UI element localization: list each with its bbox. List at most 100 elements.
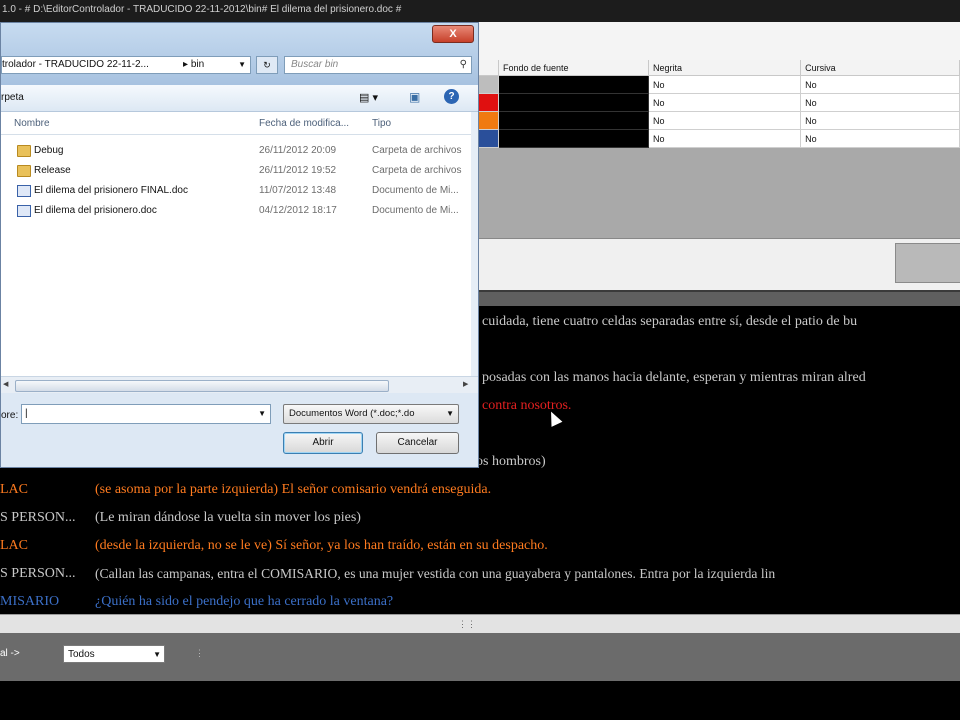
script-line: (se asoma por la parte izquierda) El señ… xyxy=(95,482,492,497)
dialog-header: X trolador - TRADUCIDO 22-11-2... ▸ bin … xyxy=(1,23,478,85)
grid-header-negrita[interactable]: Negrita xyxy=(648,60,802,76)
help-icon[interactable]: ? xyxy=(444,89,459,104)
file-name: El dilema del prisionero.doc xyxy=(34,205,157,216)
cancel-button[interactable]: Cancelar xyxy=(376,432,459,454)
background-color-cell[interactable] xyxy=(498,129,649,148)
background-color-cell[interactable] xyxy=(498,93,649,112)
script-line: (desde la izquierda, no se le ve) Sí señ… xyxy=(95,538,548,553)
column-name[interactable]: Nombre xyxy=(14,118,50,129)
bold-cell[interactable]: No xyxy=(647,111,802,130)
dialog-toolbar: rpeta ▤ ▾ ▣ ? xyxy=(1,85,478,112)
close-button[interactable]: X xyxy=(432,25,474,43)
window-title: 1.0 - # D:\EditorControlador - TRADUCIDO… xyxy=(2,4,402,15)
column-date[interactable]: Fecha de modifica... xyxy=(259,118,349,129)
search-input[interactable]: Buscar bin ⚲ xyxy=(284,56,472,74)
file-name: Release xyxy=(34,165,71,176)
file-list[interactable]: Nombre Fecha de modifica... Tipo Debug 26… xyxy=(1,112,471,380)
speaker-label: LAC xyxy=(0,538,28,553)
script-line: (Le miran dándose la vuelta sin mover lo… xyxy=(95,510,361,525)
grid-header-fondo[interactable]: Fondo de fuente xyxy=(498,60,649,76)
background-color-cell[interactable] xyxy=(498,111,649,130)
speaker-label: S PERSON... xyxy=(0,510,76,525)
file-name: El dilema del prisionero FINAL.doc xyxy=(34,185,188,196)
style-grid: Fondo de fuente Negrita Cursiva No No No No… xyxy=(475,60,960,148)
scroll-left-icon[interactable]: ◀ xyxy=(3,380,8,388)
open-button[interactable]: Abrir xyxy=(283,432,363,454)
open-file-dialog: X trolador - TRADUCIDO 22-11-2... ▸ bin … xyxy=(0,22,479,468)
filename-label: ore: xyxy=(1,410,19,421)
refresh-button[interactable]: ↻ xyxy=(256,56,278,74)
italic-cell[interactable]: No xyxy=(800,111,960,130)
folder-icon xyxy=(17,165,31,177)
new-folder-button[interactable]: rpeta xyxy=(1,92,24,103)
chevron-down-icon[interactable]: ▼ xyxy=(258,405,266,423)
dialog-footer: ore: | ▼ Documentos Word (*.doc;*.do ▼ A… xyxy=(1,393,478,467)
file-date: 11/07/2012 13:48 xyxy=(259,185,337,196)
word-document-icon xyxy=(17,205,31,217)
file-row[interactable]: El dilema del prisionero.doc 04/12/2012 1… xyxy=(1,202,471,220)
apply-button[interactable] xyxy=(895,243,960,283)
status-area xyxy=(0,681,960,720)
italic-cell[interactable]: No xyxy=(800,93,960,112)
bold-cell[interactable]: No xyxy=(647,93,802,112)
file-type: Documento de Mi... xyxy=(372,205,459,216)
grid-row[interactable]: No No xyxy=(475,129,960,148)
file-row[interactable]: El dilema del prisionero FINAL.doc 11/07/… xyxy=(1,182,471,200)
background-color-cell[interactable] xyxy=(498,75,649,94)
column-type[interactable]: Tipo xyxy=(372,118,391,129)
file-row[interactable]: Release 26/11/2012 19:52 Carpeta de archiv… xyxy=(1,162,471,180)
vertical-scrollbar[interactable] xyxy=(471,112,478,380)
horizontal-splitter[interactable]: ⋮⋮ xyxy=(0,614,960,634)
address-path: trolador - TRADUCIDO 22-11-2... xyxy=(2,59,149,70)
grid-header-cursiva[interactable]: Cursiva xyxy=(800,60,960,76)
scroll-right-icon[interactable]: ▶ xyxy=(463,380,468,388)
file-name: Debug xyxy=(34,145,64,156)
chevron-down-icon: ▼ xyxy=(153,650,161,659)
bold-cell[interactable]: No xyxy=(647,129,802,148)
address-bar[interactable]: trolador - TRADUCIDO 22-11-2... ▸ bin ▼ xyxy=(1,56,251,74)
file-date: 26/11/2012 19:52 xyxy=(259,165,337,176)
view-options-icon[interactable]: ▤ ▾ xyxy=(359,91,378,104)
file-date: 04/12/2012 18:17 xyxy=(259,205,337,216)
separator-icon: ⋮ xyxy=(195,648,204,658)
italic-cell[interactable]: No xyxy=(800,75,960,94)
script-line: posadas con las manos hacia delante, esp… xyxy=(482,370,866,385)
script-line: cuidada, tiene cuatro celdas separadas e… xyxy=(482,314,858,329)
filter-select[interactable]: Todos ▼ xyxy=(63,645,165,663)
speaker-label: S PERSON... xyxy=(0,566,76,581)
speaker-label: LAC xyxy=(0,482,28,497)
file-row[interactable]: Debug 26/11/2012 20:09 Carpeta de archivos xyxy=(1,142,471,160)
script-line: (Callan las campanas, entra el COMISARIO… xyxy=(95,566,776,581)
style-grid-area: Fondo de fuente Negrita Cursiva No No No No… xyxy=(475,60,960,238)
preview-panel xyxy=(475,238,960,291)
filter-selected: Todos xyxy=(68,649,95,660)
grid-row[interactable]: No No xyxy=(475,93,960,112)
window-titlebar: 1.0 - # D:\EditorControlador - TRADUCIDO… xyxy=(0,0,960,22)
filter-label: al -> xyxy=(0,648,20,659)
file-list-header: Nombre Fecha de modifica... Tipo xyxy=(1,112,471,135)
file-type: Carpeta de archivos xyxy=(372,165,462,176)
file-date: 26/11/2012 20:09 xyxy=(259,145,337,156)
preview-pane-icon[interactable]: ▣ xyxy=(409,90,420,104)
folder-icon xyxy=(17,145,31,157)
scroll-thumb[interactable] xyxy=(15,380,389,392)
grip-icon[interactable]: ⋮⋮ xyxy=(458,619,476,630)
speaker-label: MISARIO xyxy=(0,594,60,609)
chevron-down-icon[interactable]: ▼ xyxy=(238,57,246,73)
horizontal-scrollbar[interactable]: ◀ ▶ xyxy=(1,376,478,394)
filter-bar: al -> Todos ▼ ⋮ xyxy=(0,633,960,681)
word-document-icon xyxy=(17,185,31,197)
app-toolbar-area xyxy=(475,22,960,61)
file-type: Documento de Mi... xyxy=(372,185,459,196)
grid-row[interactable]: No No xyxy=(475,75,960,94)
script-line: os hombros) xyxy=(476,454,546,469)
search-icon: ⚲ xyxy=(459,59,467,70)
filetype-select[interactable]: Documentos Word (*.doc;*.do ▼ xyxy=(283,404,459,424)
script-line: ¿Quién ha sido el pendejo que ha cerrado… xyxy=(95,594,394,609)
chevron-down-icon: ▼ xyxy=(446,409,454,418)
address-crumb[interactable]: ▸ bin xyxy=(183,57,204,73)
bold-cell[interactable]: No xyxy=(647,75,802,94)
italic-cell[interactable]: No xyxy=(800,129,960,148)
filename-input[interactable]: | ▼ xyxy=(21,404,271,424)
grid-row[interactable]: No No xyxy=(475,111,960,130)
